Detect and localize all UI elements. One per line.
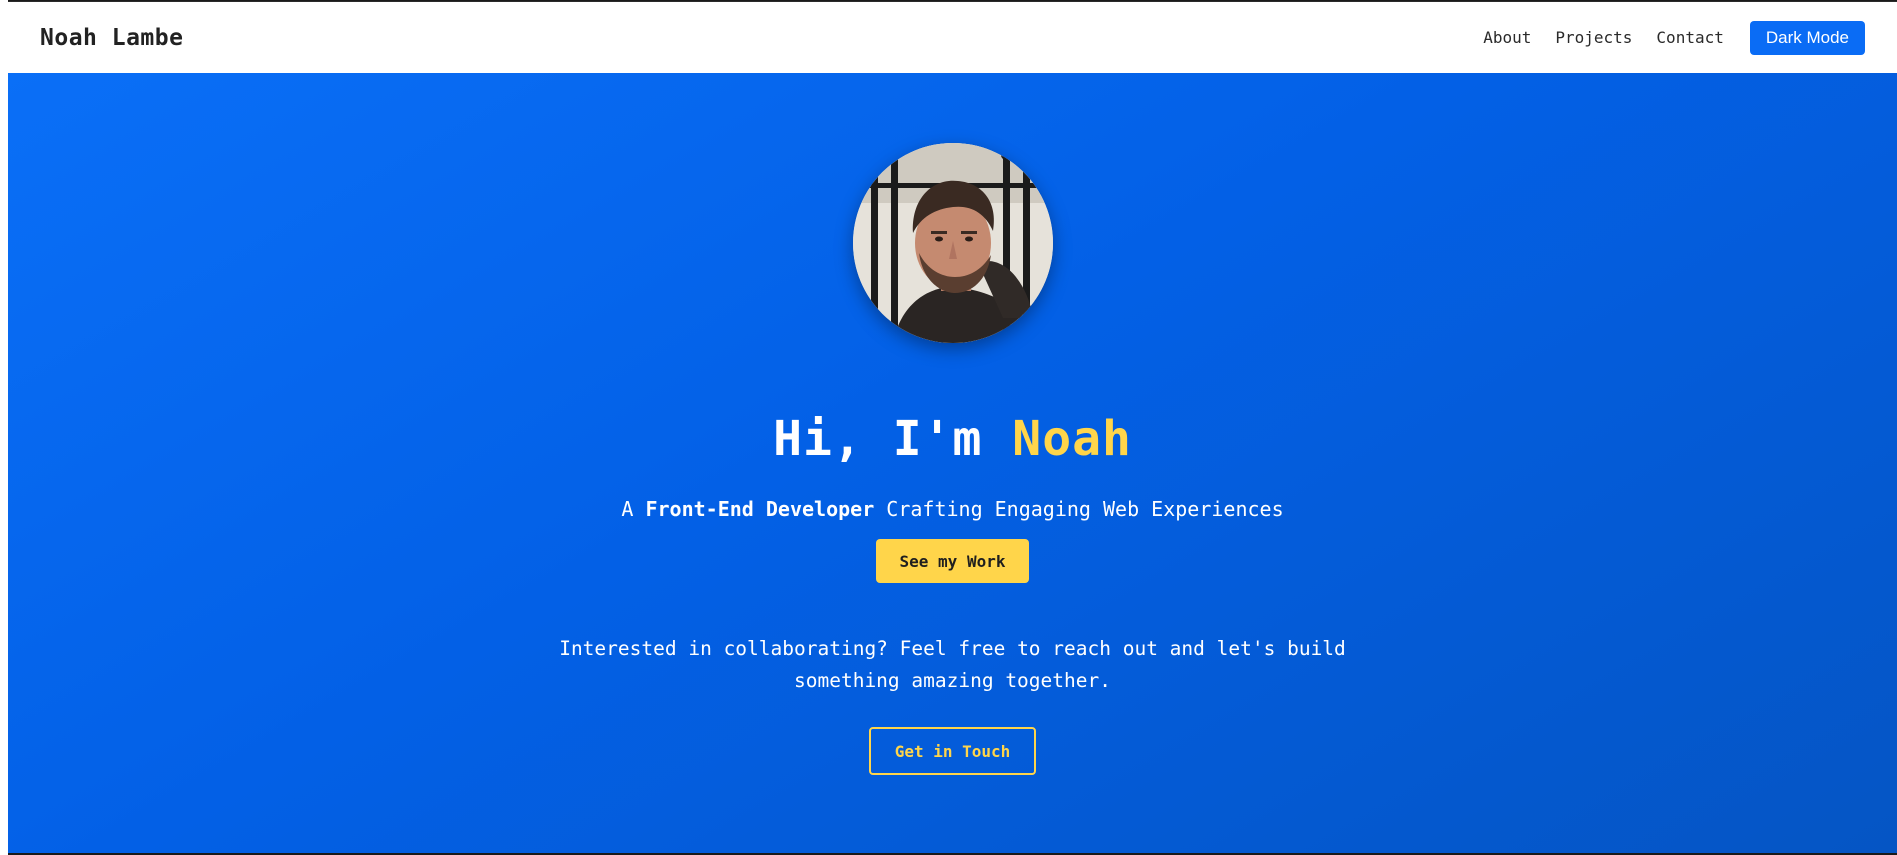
navbar: Noah Lambe About Projects Contact Dark M…	[8, 2, 1897, 73]
tagline-role: Front-End Developer	[645, 497, 875, 521]
hero-title-prefix: Hi, I'm	[773, 411, 1013, 467]
nav-link-about[interactable]: About	[1483, 28, 1531, 47]
hero-section: Hi, I'm Noah A Front-End Developer Craft…	[8, 73, 1897, 853]
tagline-prefix: A	[621, 497, 646, 521]
hero-tagline: A Front-End Developer Crafting Engaging …	[621, 497, 1283, 521]
dark-mode-button[interactable]: Dark Mode	[1749, 20, 1865, 55]
nav-link-contact[interactable]: Contact	[1656, 28, 1723, 47]
hero-title-name: Noah	[1012, 411, 1132, 467]
get-in-touch-button[interactable]: Get in Touch	[868, 727, 1037, 775]
window-edge	[0, 0, 8, 855]
collaboration-text: Interested in collaborating? Feel free t…	[559, 637, 1346, 692]
hero-title: Hi, I'm Noah	[773, 411, 1132, 467]
brand-logo[interactable]: Noah Lambe	[40, 25, 183, 51]
avatar	[852, 143, 1053, 343]
profile-photo-icon	[852, 143, 1053, 343]
browser-viewport: Noah Lambe About Projects Contact Dark M…	[8, 1, 1897, 853]
tagline-suffix: Crafting Engaging Web Experiences	[874, 497, 1284, 521]
nav-links: About Projects Contact Dark Mode	[1483, 20, 1865, 55]
see-my-work-button[interactable]: See my Work	[875, 539, 1030, 583]
nav-link-projects[interactable]: Projects	[1555, 28, 1632, 47]
